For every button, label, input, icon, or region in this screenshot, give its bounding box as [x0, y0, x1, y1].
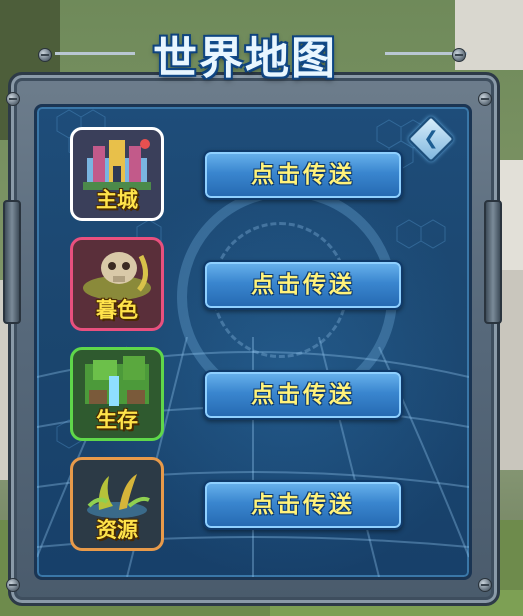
teleport-button-resources[interactable]: 点击传送: [203, 480, 403, 530]
screw-icon: [6, 92, 20, 106]
teleport-button-main-city[interactable]: 点击传送: [203, 150, 403, 200]
teleport-button-twilight[interactable]: 点击传送: [203, 260, 403, 310]
teleport-button-survival[interactable]: 点击传送: [203, 370, 403, 420]
destination-main-city: 主城: [70, 127, 164, 221]
destination-label: 主城: [96, 188, 138, 212]
twilight-icon[interactable]: 暮色: [70, 237, 164, 331]
survival-icon[interactable]: 生存: [70, 347, 164, 441]
destination-resources: 资源: [70, 457, 164, 551]
main-city-icon[interactable]: 主城: [70, 127, 164, 221]
destination-label: 暮色: [96, 298, 138, 322]
destination-label: 生存: [96, 408, 138, 432]
destination-twilight: 暮色: [70, 237, 164, 331]
screw-icon: [38, 48, 52, 62]
screw-icon: [478, 578, 492, 592]
back-chevron-icon: ❮: [423, 128, 439, 149]
screw-icon: [452, 48, 466, 62]
left-bracket: [3, 200, 21, 324]
right-bracket: [484, 200, 502, 324]
resources-icon[interactable]: 资源: [70, 457, 164, 551]
screw-icon: [478, 92, 492, 106]
destination-label: 资源: [96, 518, 138, 542]
destination-survival: 生存: [70, 347, 164, 441]
screw-icon: [6, 578, 20, 592]
page-title: 世界地图: [153, 33, 337, 84]
